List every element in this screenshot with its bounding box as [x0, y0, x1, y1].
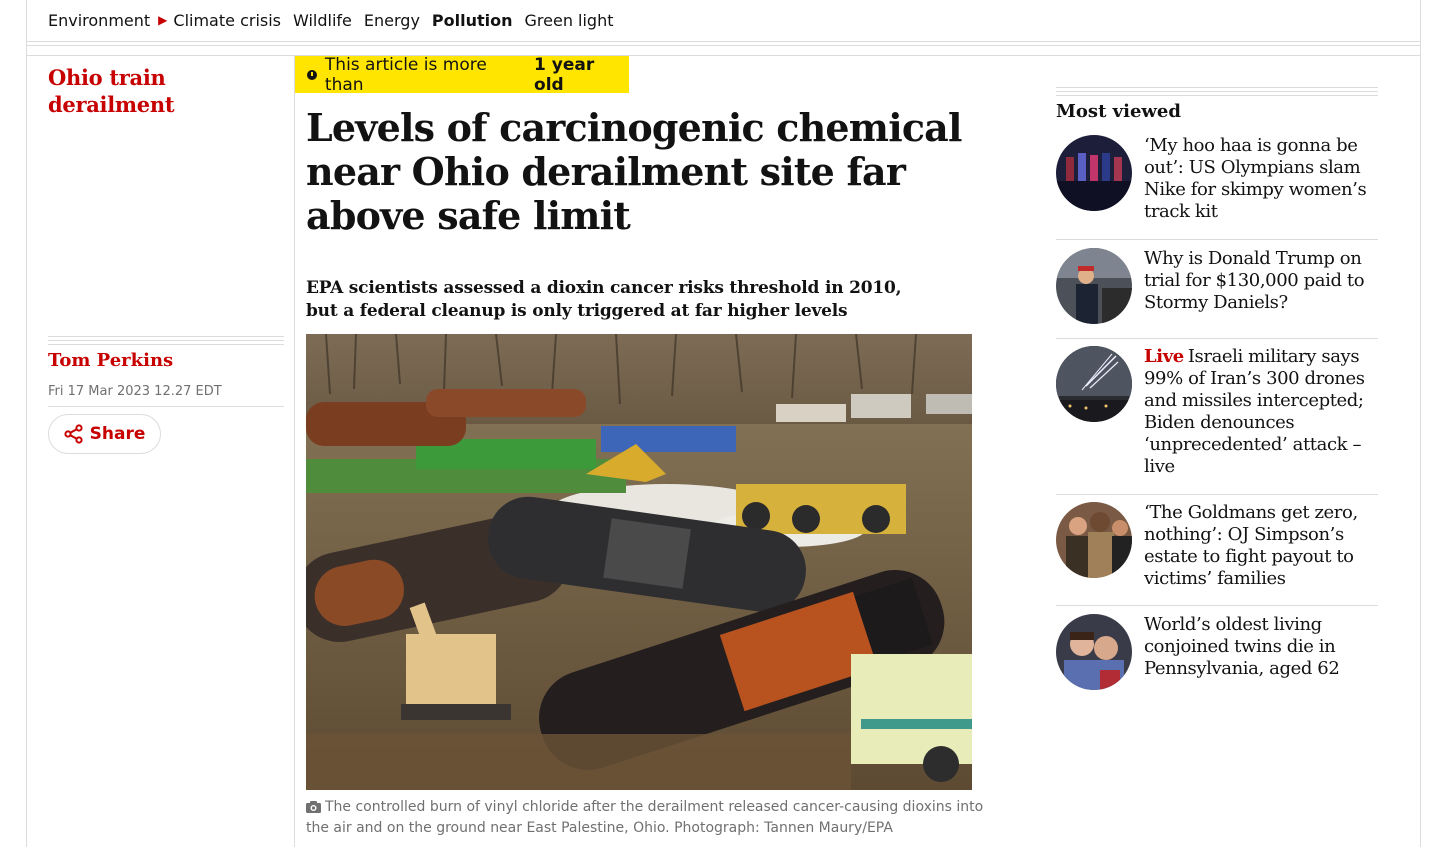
- most-viewed-divider: [1056, 605, 1378, 606]
- age-badge-value: 1 year old: [534, 54, 595, 95]
- most-viewed-headline: ‘The Goldmans get zero, nothing’: OJ Sim…: [1144, 502, 1358, 589]
- subnav-green-light[interactable]: Green light: [525, 11, 614, 30]
- share-button[interactable]: Share: [48, 414, 161, 454]
- meta-divider: [48, 406, 284, 407]
- most-viewed-title: Most viewed: [1056, 101, 1181, 122]
- article-main-image[interactable]: [306, 334, 972, 790]
- meta-rules: [48, 336, 284, 346]
- most-viewed-thumbnail: [1056, 248, 1132, 324]
- column-divider: [294, 56, 295, 847]
- subnav-pollution[interactable]: Pollution: [432, 11, 513, 30]
- page-frame-left: [26, 0, 27, 847]
- most-viewed-thumbnail: [1056, 502, 1132, 578]
- article-age-badge: This article is more than 1 year old: [295, 54, 629, 95]
- most-viewed-divider: [1056, 338, 1378, 339]
- share-label: Share: [89, 424, 146, 444]
- play-arrow-icon: ▶: [158, 13, 168, 27]
- nav-divider: [26, 45, 1421, 46]
- author-link[interactable]: Tom Perkins: [48, 350, 173, 371]
- age-badge-prefix: This article is more than: [324, 54, 487, 95]
- page-frame-right: [1420, 0, 1421, 847]
- publish-date: Fri 17 Mar 2023 12.27 EDT: [48, 384, 222, 399]
- share-icon: [64, 424, 83, 444]
- article-headline: Levels of carcinogenic chemical near Ohi…: [306, 105, 962, 238]
- subnav-climate-crisis[interactable]: Climate crisis: [173, 11, 281, 30]
- live-label: Live: [1144, 346, 1184, 367]
- most-viewed-thumbnail: [1056, 614, 1132, 690]
- most-viewed-headline: Why is Donald Trump on trial for $130,00…: [1144, 248, 1365, 313]
- series-label[interactable]: Ohio train derailment: [48, 64, 228, 118]
- most-viewed-divider: [1056, 239, 1378, 240]
- subnav-wildlife[interactable]: Wildlife: [293, 11, 352, 30]
- most-viewed-thumbnail: [1056, 346, 1132, 422]
- image-caption: The controlled burn of vinyl chloride af…: [306, 797, 986, 839]
- nav-divider: [26, 55, 1421, 56]
- most-viewed-headline: Live Israeli military says 99% of Iran’s …: [1144, 346, 1378, 478]
- most-viewed-divider: [1056, 494, 1378, 495]
- article-standfirst: EPA scientists assessed a dioxin cancer …: [306, 278, 902, 321]
- clock-icon: [307, 69, 317, 80]
- section-subnav: Environment ▶ Climate crisis Wildlife En…: [48, 8, 626, 32]
- most-viewed-headline: ‘My hoo haa is gonna be out’: US Olympia…: [1144, 135, 1367, 222]
- subnav-environment[interactable]: Environment: [48, 11, 150, 30]
- most-viewed-thumbnail: [1056, 135, 1132, 211]
- derailment-photo: [306, 334, 972, 790]
- subnav-energy[interactable]: Energy: [364, 11, 420, 30]
- most-viewed-headline: World’s oldest living conjoined twins di…: [1144, 614, 1340, 679]
- nav-divider: [26, 41, 1421, 42]
- caption-text: The controlled burn of vinyl chloride af…: [306, 799, 984, 836]
- camera-icon: [306, 801, 321, 813]
- most-viewed-rules: [1056, 87, 1378, 99]
